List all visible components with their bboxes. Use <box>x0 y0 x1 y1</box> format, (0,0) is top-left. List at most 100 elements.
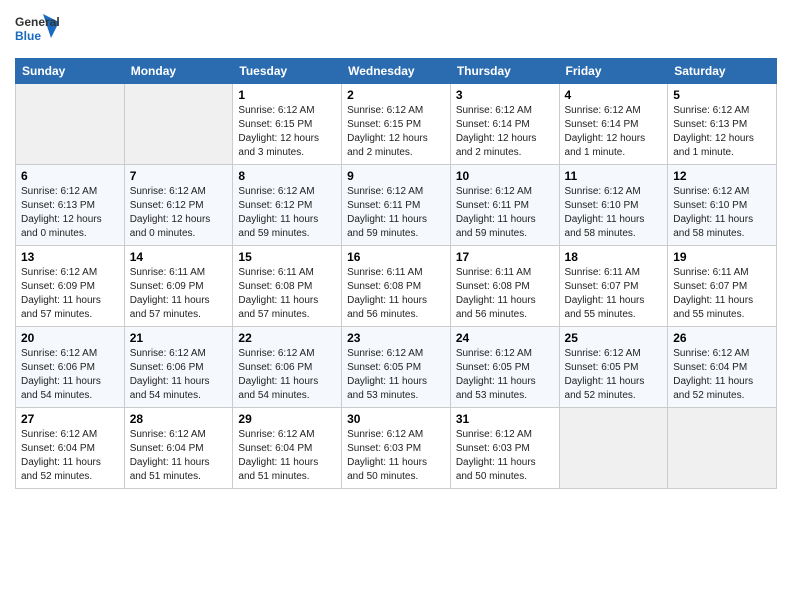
day-number: 29 <box>238 412 336 426</box>
day-cell: 3Sunrise: 6:12 AM Sunset: 6:14 PM Daylig… <box>450 84 559 165</box>
logo: GeneralBlue <box>15 10 60 50</box>
day-info: Sunrise: 6:11 AM Sunset: 6:08 PM Dayligh… <box>456 266 554 322</box>
col-header-saturday: Saturday <box>668 59 777 84</box>
day-number: 19 <box>673 250 771 264</box>
day-info: Sunrise: 6:12 AM Sunset: 6:04 PM Dayligh… <box>238 428 336 484</box>
header: GeneralBlue <box>15 10 777 50</box>
day-info: Sunrise: 6:12 AM Sunset: 6:12 PM Dayligh… <box>130 185 228 241</box>
day-cell: 10Sunrise: 6:12 AM Sunset: 6:11 PM Dayli… <box>450 165 559 246</box>
day-info: Sunrise: 6:12 AM Sunset: 6:04 PM Dayligh… <box>130 428 228 484</box>
col-header-sunday: Sunday <box>16 59 125 84</box>
day-cell: 20Sunrise: 6:12 AM Sunset: 6:06 PM Dayli… <box>16 327 125 408</box>
day-info: Sunrise: 6:11 AM Sunset: 6:09 PM Dayligh… <box>130 266 228 322</box>
day-cell: 8 Sunrise: 6:12 AM Sunset: 6:12 PM Daylig… <box>233 165 342 246</box>
day-cell: 19 Sunrise: 6:11 AM Sunset: 6:07 PM Dayli… <box>668 246 777 327</box>
day-info: Sunrise: 6:12 AM Sunset: 6:13 PM Dayligh… <box>21 185 119 241</box>
day-cell: 12 Sunrise: 6:12 AM Sunset: 6:10 PM Dayli… <box>668 165 777 246</box>
day-number: 14 <box>130 250 228 264</box>
day-info: Sunrise: 6:12 AM Sunset: 6:10 PM Dayligh… <box>565 185 663 241</box>
day-info: Sunrise: 6:12 AM Sunset: 6:11 PM Dayligh… <box>347 185 445 241</box>
day-info: Sunrise: 6:12 AM Sunset: 6:05 PM Dayligh… <box>456 347 554 403</box>
week-row-3: 13Sunrise: 6:12 AM Sunset: 6:09 PM Dayli… <box>16 246 777 327</box>
day-info: Sunrise: 6:12 AM Sunset: 6:15 PM Dayligh… <box>347 104 445 160</box>
day-info: Sunrise: 6:12 AM Sunset: 6:12 PM Dayligh… <box>238 185 336 241</box>
day-cell: 23 Sunrise: 6:12 AM Sunset: 6:05 PM Dayli… <box>342 327 451 408</box>
day-number: 12 <box>673 169 771 183</box>
day-number: 6 <box>21 169 119 183</box>
week-row-4: 20Sunrise: 6:12 AM Sunset: 6:06 PM Dayli… <box>16 327 777 408</box>
day-number: 24 <box>456 331 554 345</box>
day-cell: 17 Sunrise: 6:11 AM Sunset: 6:08 PM Dayli… <box>450 246 559 327</box>
day-cell: 14 Sunrise: 6:11 AM Sunset: 6:09 PM Dayli… <box>124 246 233 327</box>
day-info: Sunrise: 6:12 AM Sunset: 6:11 PM Dayligh… <box>456 185 554 241</box>
day-cell: 4Sunrise: 6:12 AM Sunset: 6:14 PM Daylig… <box>559 84 668 165</box>
day-cell: 24 Sunrise: 6:12 AM Sunset: 6:05 PM Dayli… <box>450 327 559 408</box>
svg-text:General: General <box>15 15 60 29</box>
day-cell: 25 Sunrise: 6:12 AM Sunset: 6:05 PM Dayli… <box>559 327 668 408</box>
day-cell <box>668 408 777 489</box>
day-number: 2 <box>347 88 445 102</box>
day-info: Sunrise: 6:12 AM Sunset: 6:03 PM Dayligh… <box>347 428 445 484</box>
day-cell: 5 Sunrise: 6:12 AM Sunset: 6:13 PM Daylig… <box>668 84 777 165</box>
day-number: 25 <box>565 331 663 345</box>
day-number: 1 <box>238 88 336 102</box>
day-cell: 16 Sunrise: 6:11 AM Sunset: 6:08 PM Dayli… <box>342 246 451 327</box>
day-number: 21 <box>130 331 228 345</box>
col-header-tuesday: Tuesday <box>233 59 342 84</box>
day-info: Sunrise: 6:12 AM Sunset: 6:10 PM Dayligh… <box>673 185 771 241</box>
week-row-1: 1 Sunrise: 6:12 AM Sunset: 6:15 PM Daylig… <box>16 84 777 165</box>
header-row: SundayMondayTuesdayWednesdayThursdayFrid… <box>16 59 777 84</box>
col-header-thursday: Thursday <box>450 59 559 84</box>
day-info: Sunrise: 6:12 AM Sunset: 6:06 PM Dayligh… <box>130 347 228 403</box>
week-row-2: 6 Sunrise: 6:12 AM Sunset: 6:13 PM Daylig… <box>16 165 777 246</box>
day-cell: 30 Sunrise: 6:12 AM Sunset: 6:03 PM Dayli… <box>342 408 451 489</box>
day-number: 13 <box>21 250 119 264</box>
day-info: Sunrise: 6:11 AM Sunset: 6:08 PM Dayligh… <box>238 266 336 322</box>
day-cell <box>124 84 233 165</box>
day-cell: 18 Sunrise: 6:11 AM Sunset: 6:07 PM Dayli… <box>559 246 668 327</box>
day-cell: 29 Sunrise: 6:12 AM Sunset: 6:04 PM Dayli… <box>233 408 342 489</box>
day-cell: 11 Sunrise: 6:12 AM Sunset: 6:10 PM Dayli… <box>559 165 668 246</box>
day-number: 8 <box>238 169 336 183</box>
day-info: Sunrise: 6:12 AM Sunset: 6:05 PM Dayligh… <box>347 347 445 403</box>
day-cell: 31Sunrise: 6:12 AM Sunset: 6:03 PM Dayli… <box>450 408 559 489</box>
day-info: Sunrise: 6:12 AM Sunset: 6:15 PM Dayligh… <box>238 104 336 160</box>
day-info: Sunrise: 6:11 AM Sunset: 6:07 PM Dayligh… <box>673 266 771 322</box>
day-info: Sunrise: 6:12 AM Sunset: 6:13 PM Dayligh… <box>673 104 771 160</box>
day-info: Sunrise: 6:12 AM Sunset: 6:04 PM Dayligh… <box>673 347 771 403</box>
day-info: Sunrise: 6:12 AM Sunset: 6:04 PM Dayligh… <box>21 428 119 484</box>
day-number: 23 <box>347 331 445 345</box>
col-header-monday: Monday <box>124 59 233 84</box>
svg-text:Blue: Blue <box>15 29 41 43</box>
day-number: 22 <box>238 331 336 345</box>
day-number: 18 <box>565 250 663 264</box>
day-number: 9 <box>347 169 445 183</box>
day-info: Sunrise: 6:12 AM Sunset: 6:03 PM Dayligh… <box>456 428 554 484</box>
day-info: Sunrise: 6:11 AM Sunset: 6:08 PM Dayligh… <box>347 266 445 322</box>
day-cell: 1 Sunrise: 6:12 AM Sunset: 6:15 PM Daylig… <box>233 84 342 165</box>
day-info: Sunrise: 6:11 AM Sunset: 6:07 PM Dayligh… <box>565 266 663 322</box>
day-number: 28 <box>130 412 228 426</box>
day-cell <box>559 408 668 489</box>
col-header-wednesday: Wednesday <box>342 59 451 84</box>
day-number: 30 <box>347 412 445 426</box>
day-cell: 21 Sunrise: 6:12 AM Sunset: 6:06 PM Dayli… <box>124 327 233 408</box>
day-number: 15 <box>238 250 336 264</box>
day-number: 5 <box>673 88 771 102</box>
day-number: 26 <box>673 331 771 345</box>
day-number: 3 <box>456 88 554 102</box>
day-number: 16 <box>347 250 445 264</box>
day-cell: 15 Sunrise: 6:11 AM Sunset: 6:08 PM Dayli… <box>233 246 342 327</box>
day-info: Sunrise: 6:12 AM Sunset: 6:06 PM Dayligh… <box>21 347 119 403</box>
day-number: 27 <box>21 412 119 426</box>
day-number: 7 <box>130 169 228 183</box>
col-header-friday: Friday <box>559 59 668 84</box>
calendar-table: SundayMondayTuesdayWednesdayThursdayFrid… <box>15 58 777 489</box>
day-cell: 2 Sunrise: 6:12 AM Sunset: 6:15 PM Daylig… <box>342 84 451 165</box>
day-cell: 26 Sunrise: 6:12 AM Sunset: 6:04 PM Dayli… <box>668 327 777 408</box>
day-cell: 13Sunrise: 6:12 AM Sunset: 6:09 PM Dayli… <box>16 246 125 327</box>
day-info: Sunrise: 6:12 AM Sunset: 6:05 PM Dayligh… <box>565 347 663 403</box>
day-number: 17 <box>456 250 554 264</box>
day-number: 11 <box>565 169 663 183</box>
week-row-5: 27 Sunrise: 6:12 AM Sunset: 6:04 PM Dayli… <box>16 408 777 489</box>
